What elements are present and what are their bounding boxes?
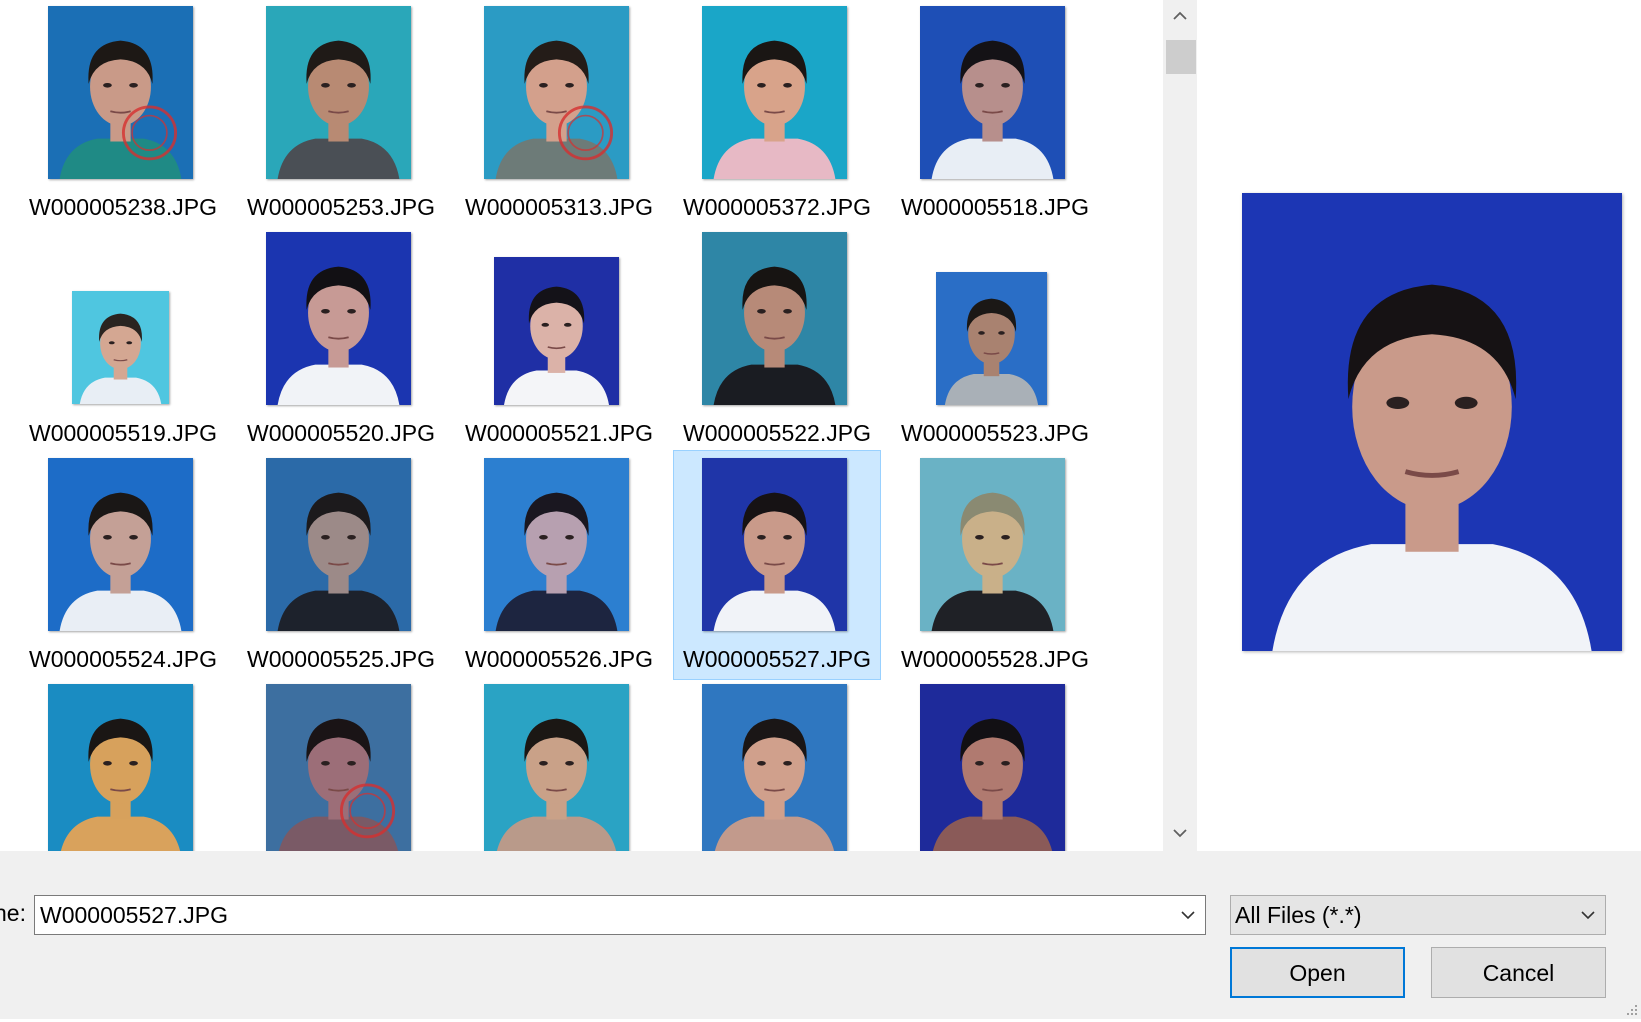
file-item[interactable]: W000005253.JPG [237, 0, 445, 228]
file-thumbnail [936, 272, 1047, 405]
file-item[interactable] [455, 676, 663, 851]
file-thumbnail [48, 6, 193, 179]
resize-grip-icon[interactable] [1623, 1001, 1639, 1017]
open-button[interactable]: Open [1230, 947, 1405, 998]
file-thumbnail [484, 6, 629, 179]
chevron-down-icon [1571, 896, 1605, 934]
file-thumbnail [266, 232, 411, 405]
file-grid[interactable]: W000005238.JPG W000005253.JPG W000005313.J… [0, 0, 1163, 851]
file-name: W000005524.JPG [29, 646, 217, 672]
file-thumbnail [920, 458, 1065, 631]
file-item[interactable]: W000005527.JPG [673, 450, 881, 680]
vertical-scrollbar[interactable] [1163, 0, 1197, 851]
file-item[interactable] [673, 676, 881, 851]
chevron-up-icon [1173, 8, 1187, 26]
file-item[interactable]: W000005372.JPG [673, 0, 881, 228]
file-name: W000005525.JPG [247, 646, 435, 672]
file-name: W000005528.JPG [901, 646, 1089, 672]
file-item[interactable]: W000005520.JPG [237, 224, 445, 454]
file-thumbnail [484, 458, 629, 631]
file-item[interactable] [891, 676, 1099, 851]
filename-input[interactable]: W000005527.JPG [40, 902, 228, 928]
file-thumbnail [484, 684, 629, 851]
file-item[interactable]: W000005519.JPG [19, 224, 227, 454]
file-thumbnail [48, 458, 193, 631]
file-item[interactable]: W000005521.JPG [455, 224, 663, 454]
file-thumbnail [702, 232, 847, 405]
file-item[interactable]: W000005523.JPG [891, 224, 1099, 454]
file-name: W000005526.JPG [465, 646, 653, 672]
file-item[interactable]: W000005526.JPG [455, 450, 663, 680]
cancel-button[interactable]: Cancel [1431, 947, 1606, 998]
file-item[interactable]: W000005528.JPG [891, 450, 1099, 680]
file-thumbnail [920, 6, 1065, 179]
file-thumbnail [72, 291, 169, 404]
file-name: W000005527.JPG [683, 646, 871, 672]
file-item[interactable]: W000005238.JPG [19, 0, 227, 228]
file-thumbnail [702, 6, 847, 179]
dialog-footer: ne: W000005527.JPG All Files (*.*) Open … [0, 851, 1641, 1019]
file-name: W000005519.JPG [29, 420, 217, 446]
file-thumbnail [266, 458, 411, 631]
file-name: W000005372.JPG [683, 194, 871, 220]
file-name: W000005313.JPG [465, 194, 653, 220]
file-thumbnail [48, 684, 193, 851]
filename-label: ne: [0, 900, 26, 926]
file-name: W000005238.JPG [29, 194, 217, 220]
file-name: W000005520.JPG [247, 420, 435, 446]
file-name: W000005521.JPG [465, 420, 653, 446]
file-item[interactable]: W000005522.JPG [673, 224, 881, 454]
filename-combobox[interactable]: W000005527.JPG [34, 895, 1206, 935]
preview-image [1242, 193, 1622, 651]
file-name: W000005253.JPG [247, 194, 435, 220]
chevron-down-icon [1173, 825, 1187, 843]
file-name: W000005522.JPG [683, 420, 871, 446]
file-name: W000005518.JPG [901, 194, 1089, 220]
scroll-down-button[interactable] [1163, 817, 1197, 851]
scroll-up-button[interactable] [1163, 0, 1197, 34]
file-item[interactable] [237, 676, 445, 851]
preview-pane [1197, 0, 1641, 851]
file-thumbnail [266, 6, 411, 179]
file-thumbnail [494, 257, 619, 405]
file-thumbnail [702, 684, 847, 851]
file-thumbnail [266, 684, 411, 851]
file-thumbnail [920, 684, 1065, 851]
file-item[interactable]: W000005518.JPG [891, 0, 1099, 228]
file-item[interactable]: W000005313.JPG [455, 0, 663, 228]
filetype-value: All Files (*.*) [1235, 902, 1362, 928]
filetype-select[interactable]: All Files (*.*) [1230, 895, 1606, 935]
file-name: W000005523.JPG [901, 420, 1089, 446]
file-item[interactable] [19, 676, 227, 851]
file-item[interactable]: W000005524.JPG [19, 450, 227, 680]
scroll-thumb[interactable] [1166, 40, 1196, 74]
chevron-down-icon[interactable] [1171, 896, 1205, 934]
file-item[interactable]: W000005525.JPG [237, 450, 445, 680]
file-thumbnail [702, 458, 847, 631]
